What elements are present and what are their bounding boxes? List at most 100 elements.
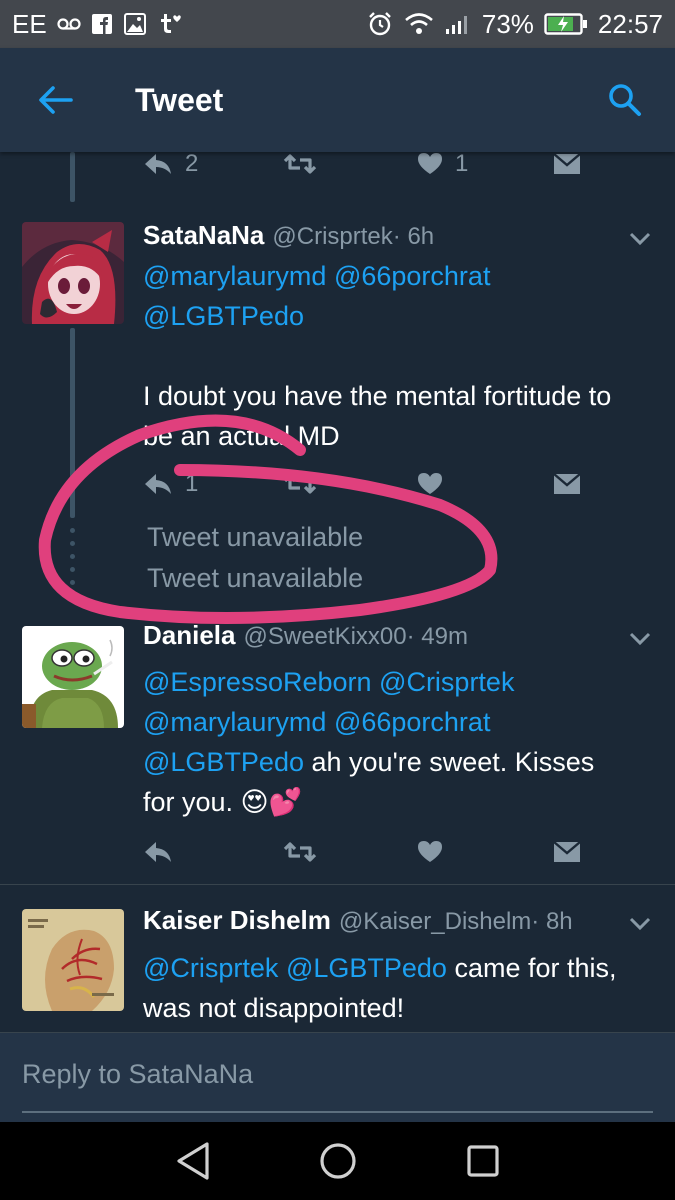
heart-icon: [418, 473, 442, 494]
nav-back-button[interactable]: [163, 1131, 223, 1191]
back-button[interactable]: [0, 48, 110, 152]
circle-home-icon: [319, 1143, 356, 1179]
display-name[interactable]: SataNaNa: [143, 220, 264, 251]
username[interactable]: @Crisprtek: [272, 223, 392, 251]
avatar[interactable]: [22, 222, 124, 324]
username[interactable]: @SweetKixx00: [244, 623, 407, 651]
reply-composer: Reply to SataNaNa: [0, 1032, 675, 1122]
system-nav-bar: [0, 1122, 675, 1200]
like-button[interactable]: [417, 464, 443, 504]
tweet-unavailable-notice: Tweet unavailable: [147, 563, 364, 593]
search-icon: [609, 84, 641, 116]
gallery-icon: [123, 12, 147, 36]
like-button[interactable]: 1: [417, 152, 468, 184]
timestamp: · 8h: [531, 908, 573, 935]
nav-home-button[interactable]: [308, 1131, 368, 1191]
arrow-left-icon: [39, 86, 73, 114]
envelope-icon: [553, 841, 581, 862]
status-bar: EE 73% 22:57: [0, 0, 675, 48]
username[interactable]: @Kaiser_Dishelm: [339, 908, 531, 936]
tweet-actions: 1: [143, 464, 603, 504]
signal-icon: [444, 12, 472, 36]
app-header: Tweet: [0, 48, 675, 152]
tweet-actions: 2 1: [143, 152, 603, 184]
heart-icon: [418, 153, 442, 174]
tweet-unavailable-notice: Tweet unavailable: [147, 522, 364, 552]
thread-gap-dots: [70, 528, 75, 598]
mention-link[interactable]: @LGBTPedo: [286, 953, 447, 983]
mention-link[interactable]: @Crisprtek: [143, 953, 278, 983]
tweet-message: for you.: [143, 787, 241, 817]
retweet-icon: [283, 474, 317, 494]
retweet-button[interactable]: [283, 832, 317, 872]
retweet-button[interactable]: [283, 464, 317, 504]
tweet-actions: [143, 832, 603, 872]
search-button[interactable]: [575, 48, 675, 152]
page-title: Tweet: [135, 81, 224, 118]
retweet-icon: [283, 842, 317, 862]
reply-input[interactable]: Reply to SataNaNa: [22, 1059, 253, 1090]
mention-link[interactable]: @66porchrat: [334, 707, 491, 737]
envelope-icon: [553, 473, 581, 494]
reply-input-underline: [22, 1111, 653, 1113]
timestamp: · 49m: [406, 623, 468, 650]
reply-button[interactable]: 2: [143, 152, 198, 184]
emoji: 😍💕: [240, 787, 303, 817]
avatar[interactable]: [22, 909, 124, 1011]
tweet-message: was not disappointed!: [143, 993, 405, 1023]
mention-link[interactable]: @Crisprtek: [379, 667, 514, 697]
reply-count: 1: [185, 470, 199, 497]
direct-message-button[interactable]: [553, 152, 581, 184]
facebook-icon: [91, 13, 113, 35]
tweet-header: Kaiser Dishelm @Kaiser_Dishelm · 8h: [143, 905, 573, 945]
thread-connector: [70, 152, 75, 202]
alarm-icon: [366, 10, 394, 38]
tweet-text: @marylaurymd @66porchrat @LGBTPedo I dou…: [143, 256, 643, 456]
display-name[interactable]: Kaiser Dishelm: [143, 905, 331, 936]
reply-icon: [145, 154, 171, 174]
square-recents-icon: [466, 1145, 499, 1177]
mention-link[interactable]: @66porchrat: [334, 261, 491, 291]
wifi-icon: [404, 12, 434, 36]
reply-button[interactable]: [143, 832, 173, 872]
tweet-text: @EspressoReborn @Crisprtek @marylaurymd …: [143, 662, 643, 822]
tweet-header: Daniela @SweetKixx00 · 49m: [143, 620, 468, 660]
direct-message-button[interactable]: [553, 832, 581, 872]
triangle-back-icon: [176, 1142, 209, 1180]
tweet-message: came for this,: [446, 953, 617, 983]
tweet-header: SataNaNa @Crisprtek · 6h: [143, 220, 434, 260]
like-count: 1: [455, 152, 469, 177]
direct-message-button[interactable]: [553, 464, 581, 504]
voicemail-icon: [57, 17, 81, 31]
timestamp: · 6h: [392, 223, 435, 250]
mention-link[interactable]: @LGBTPedo: [143, 747, 304, 777]
tweet-satanana[interactable]: SataNaNa @Crisprtek · 6h @marylaurymd @6…: [0, 212, 675, 452]
envelope-icon: [553, 153, 581, 174]
carrier-label: EE: [12, 8, 47, 39]
chevron-down-icon[interactable]: [627, 226, 653, 252]
clock: 22:57: [597, 8, 663, 39]
mention-link[interactable]: @LGBTPedo: [143, 301, 304, 331]
battery-charging-icon: [544, 12, 588, 36]
chevron-down-icon[interactable]: [627, 911, 653, 937]
reply-icon: [145, 842, 171, 862]
tweet-message: ah you're sweet. Kisses: [304, 747, 595, 777]
reply-count: 2: [185, 152, 199, 177]
mention-link[interactable]: @marylaurymd: [143, 261, 326, 291]
retweet-icon: [283, 154, 317, 174]
retweet-button[interactable]: [283, 152, 317, 184]
chevron-down-icon[interactable]: [627, 626, 653, 652]
nav-recents-button[interactable]: [453, 1131, 513, 1191]
tweet-text: @Crisprtek @LGBTPedo came for this, was …: [143, 948, 643, 1028]
tumblr-icon: [157, 12, 183, 36]
mention-link[interactable]: @EspressoReborn: [143, 667, 372, 697]
like-button[interactable]: [417, 832, 443, 872]
avatar[interactable]: [22, 626, 124, 728]
tweet-kaiser-dishelm[interactable]: Kaiser Dishelm @Kaiser_Dishelm · 8h @Cri…: [0, 897, 675, 1032]
heart-icon: [418, 841, 442, 862]
display-name[interactable]: Daniela: [143, 620, 236, 651]
conversation-timeline[interactable]: 2 1 SataNaNa @Crisprtek · 6h @marylaurym…: [0, 152, 675, 1032]
tweet-message: I doubt you have the mental fortitude to…: [143, 381, 612, 451]
mention-link[interactable]: @marylaurymd: [143, 707, 326, 737]
reply-button[interactable]: 1: [143, 464, 198, 504]
